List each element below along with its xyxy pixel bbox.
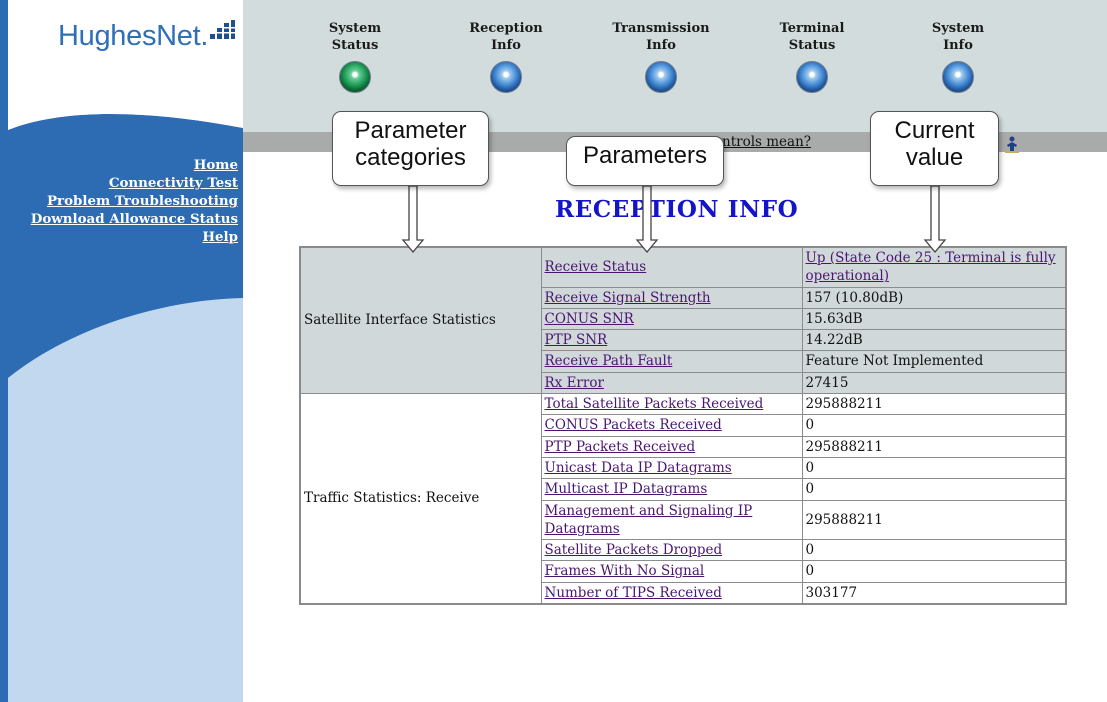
status-orb-blue-icon[interactable] — [490, 61, 522, 93]
tab-label: Info — [943, 38, 973, 53]
parameter-link[interactable]: Unicast Data IP Datagrams — [545, 460, 732, 476]
person-help-icon[interactable] — [1005, 136, 1019, 154]
callout-parameter-categories: Parameter categories — [332, 111, 489, 186]
parameter-link[interactable]: Receive Status — [545, 259, 647, 275]
status-orb-green-icon[interactable] — [339, 61, 371, 93]
parameter-link[interactable]: Rx Error — [545, 375, 604, 391]
tab-label: System — [931, 21, 985, 36]
value-cell: 295888211 — [801, 499, 1067, 541]
page-title: RECEPTION INFO — [555, 196, 799, 223]
parameter-link[interactable]: Receive Signal Strength — [545, 290, 711, 306]
table-row: Satellite Interface Statistics Receive S… — [299, 246, 1067, 395]
value-cell: Up (State Code 25 : Terminal is fully op… — [801, 246, 1067, 288]
value-cell: 295888211 — [801, 393, 1067, 416]
parameter-link[interactable]: Total Satellite Packets Received — [545, 396, 764, 412]
value-cell: 27415 — [801, 371, 1067, 395]
parameter-link[interactable]: Number of TIPS Received — [545, 585, 722, 601]
value-cell: 0 — [801, 456, 1067, 480]
category-cell: Traffic Statistics: Receive — [299, 393, 542, 605]
parameter-cell: Satellite Packets Dropped — [540, 539, 803, 562]
value-cell: 15.63dB — [801, 307, 1067, 331]
tab-label: Transmission — [612, 21, 710, 36]
value-cell: 295888211 — [801, 435, 1067, 458]
parameter-cell: Number of TIPS Received — [540, 581, 803, 605]
value-cell: 14.22dB — [801, 329, 1067, 352]
table-row: Traffic Statistics: Receive Total Satell… — [299, 393, 1067, 605]
tab-transmission-info[interactable]: Transmission Info — [596, 20, 726, 93]
reception-info-table: Satellite Interface Statistics Receive S… — [299, 246, 1067, 606]
parameter-cell: PTP Packets Received — [540, 435, 803, 458]
tab-label: Reception — [469, 21, 543, 36]
parameter-cell: CONUS SNR — [540, 307, 803, 331]
parameter-link[interactable]: Receive Path Fault — [545, 353, 673, 369]
controls-help-link[interactable]: ntrols mean? — [722, 134, 811, 150]
nav-link-download-allowance-status[interactable]: Download Allowance Status — [31, 210, 238, 228]
status-orb-blue-icon[interactable] — [942, 61, 974, 93]
value-link[interactable]: Up (State Code 25 : Terminal is fully op… — [806, 250, 1056, 284]
sidebar-swoosh-background — [8, 0, 243, 702]
value-cell: 0 — [801, 560, 1067, 583]
parameter-cell: PTP SNR — [540, 329, 803, 352]
tab-system-info[interactable]: System Info — [893, 20, 1023, 93]
value-cell: 0 — [801, 414, 1067, 437]
parameter-link[interactable]: Multicast IP Datagrams — [545, 481, 708, 497]
tab-label: Info — [646, 38, 676, 53]
parameter-cell: CONUS Packets Received — [540, 414, 803, 437]
parameter-cell: Rx Error — [540, 371, 803, 395]
parameter-cell: Total Satellite Packets Received — [540, 393, 803, 416]
tab-reception-info[interactable]: Reception Info — [441, 20, 571, 93]
callout-current-value: Current value — [870, 111, 999, 186]
callout-parameters: Parameters — [566, 136, 724, 186]
tab-label: Terminal — [779, 21, 845, 36]
sidebar: HughesNet. Home Connectivity Test Proble… — [8, 0, 243, 702]
tab-label: Info — [491, 38, 521, 53]
nav-link-home[interactable]: Home — [31, 156, 238, 174]
value-cell: Feature Not Implemented — [801, 350, 1067, 373]
nav-link-connectivity-test[interactable]: Connectivity Test — [31, 174, 238, 192]
parameter-cell: Receive Status — [540, 246, 803, 288]
category-cell: Satellite Interface Statistics — [299, 246, 542, 395]
value-cell: 157 (10.80dB) — [801, 286, 1067, 309]
callout-text: categories — [355, 144, 466, 171]
tab-system-status[interactable]: System Status — [290, 20, 420, 93]
nav-link-help[interactable]: Help — [31, 228, 238, 246]
arrow-current-value-icon — [923, 185, 947, 254]
parameter-cell: Management and Signaling IP Datagrams — [540, 499, 803, 541]
callout-text: Current — [894, 117, 975, 144]
nav-link-problem-troubleshooting[interactable]: Problem Troubleshooting — [31, 192, 238, 210]
value-cell: 0 — [801, 478, 1067, 501]
parameter-link[interactable]: Management and Signaling IP Datagrams — [545, 503, 753, 537]
parameter-link[interactable]: CONUS Packets Received — [545, 417, 722, 433]
sidebar-nav: Home Connectivity Test Problem Troublesh… — [31, 156, 238, 246]
tab-label: Status — [331, 38, 379, 53]
status-orb-blue-icon[interactable] — [645, 61, 677, 93]
tab-label: System — [328, 21, 382, 36]
parameter-cell: Unicast Data IP Datagrams — [540, 456, 803, 480]
window-left-edge — [0, 0, 8, 702]
parameter-cell: Frames With No Signal — [540, 560, 803, 583]
parameter-link[interactable]: Satellite Packets Dropped — [545, 542, 723, 558]
hughesnet-logo-icon — [210, 20, 235, 39]
value-cell: 303177 — [801, 581, 1067, 605]
arrow-categories-icon — [401, 185, 425, 254]
parameter-cell: Multicast IP Datagrams — [540, 478, 803, 501]
parameter-link[interactable]: PTP SNR — [545, 332, 608, 348]
hughesnet-logo: HughesNet. — [58, 20, 209, 52]
parameter-cell: Receive Signal Strength — [540, 286, 803, 309]
value-cell: 0 — [801, 539, 1067, 562]
callout-text: Parameters — [582, 142, 708, 169]
status-orb-blue-icon[interactable] — [796, 61, 828, 93]
parameter-link[interactable]: Frames With No Signal — [545, 563, 705, 579]
callout-text: Parameter — [354, 117, 467, 144]
parameter-link[interactable]: CONUS SNR — [545, 311, 634, 327]
parameter-link[interactable]: PTP Packets Received — [545, 439, 696, 455]
tab-label: Status — [788, 38, 836, 53]
parameter-cell: Receive Path Fault — [540, 350, 803, 373]
tab-terminal-status[interactable]: Terminal Status — [747, 20, 877, 93]
callout-text: value — [905, 144, 964, 171]
